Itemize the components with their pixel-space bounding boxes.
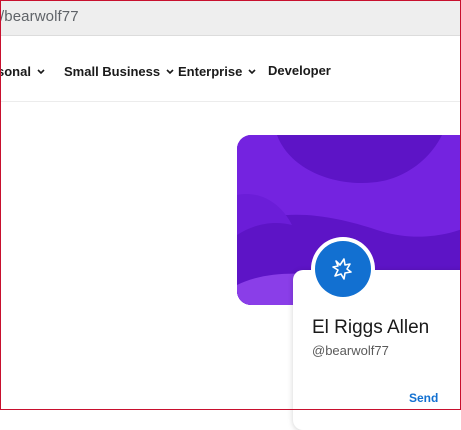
nav-item-label: Small Business — [64, 64, 161, 79]
nav-item-developer[interactable]: Developer — [268, 63, 331, 78]
chevron-down-icon — [248, 63, 256, 78]
top-nav: sonal Small Business Enterprise Develope… — [0, 36, 461, 102]
avatar[interactable] — [311, 237, 375, 301]
profile-handle: @bearwolf77 — [312, 343, 389, 358]
chevron-down-icon — [37, 63, 45, 78]
nav-item-label: sonal — [0, 64, 31, 79]
nav-item-small-business[interactable]: Small Business — [64, 63, 174, 79]
profile-name: El Riggs Allen — [312, 317, 430, 338]
nav-item-label: Enterprise — [178, 64, 243, 79]
wolf-icon — [332, 258, 352, 280]
avatar-circle — [315, 241, 371, 297]
nav-item-enterprise[interactable]: Enterprise — [178, 63, 256, 79]
url-text[interactable]: /bearwolf77 — [0, 8, 79, 25]
chevron-down-icon — [166, 63, 174, 78]
nav-item-personal[interactable]: sonal — [0, 63, 45, 79]
send-button[interactable]: Send — [409, 391, 438, 405]
address-bar[interactable]: /bearwolf77 — [0, 0, 461, 36]
nav-item-label: Developer — [268, 63, 331, 78]
